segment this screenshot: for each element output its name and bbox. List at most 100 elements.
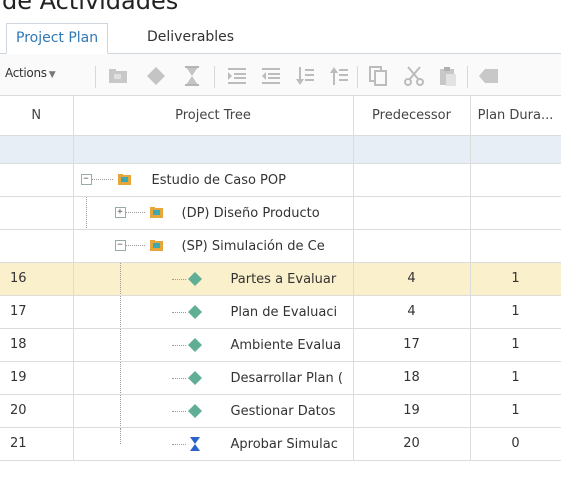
predecessor-cell[interactable]: 4 <box>353 262 471 296</box>
table-row[interactable]: 20 Gestionar Datos 19 1 <box>0 394 561 428</box>
tree-connector <box>85 196 87 228</box>
predecessor-cell[interactable]: 19 <box>353 394 471 428</box>
task-diamond-icon <box>187 370 202 385</box>
delete-icon[interactable] <box>476 64 500 88</box>
task-name: Plan de Evaluaci <box>230 304 338 320</box>
chevron-down-icon: ▼ <box>48 70 56 80</box>
plan-duration-cell[interactable] <box>470 229 561 263</box>
task-name: (DP) Diseño Producto <box>181 205 320 221</box>
table-row[interactable]: 21 Aprobar Simulac 20 0 <box>0 427 561 461</box>
filter-cell[interactable] <box>73 135 354 164</box>
plan-duration-cell[interactable]: 1 <box>470 394 561 428</box>
task-name: Gestionar Datos <box>230 403 336 419</box>
plan-duration-cell[interactable]: 1 <box>470 295 561 329</box>
move-up-icon[interactable] <box>327 64 351 88</box>
filter-cell[interactable] <box>470 135 561 164</box>
task-name: Partes a Evaluar <box>230 271 337 287</box>
table-row[interactable]: 17 Plan de Evaluaci 4 1 <box>0 295 561 329</box>
plan-duration-cell[interactable]: 1 <box>470 262 561 296</box>
table-row[interactable]: 18 Ambiente Evalua 17 1 <box>0 328 561 362</box>
hourglass-icon[interactable] <box>180 64 204 88</box>
tab-bar: Project Plan Deliverables <box>0 23 561 54</box>
column-header-project-tree[interactable]: Project Tree <box>73 96 354 136</box>
tree-cell: Ambiente Evalua <box>73 328 354 362</box>
tab-deliverables[interactable]: Deliverables <box>138 23 243 53</box>
indent-icon[interactable] <box>225 64 249 88</box>
task-diamond-icon <box>187 403 202 418</box>
filter-cell[interactable] <box>353 135 471 164</box>
predecessor-cell[interactable]: 4 <box>353 295 471 329</box>
copy-icon[interactable] <box>366 64 390 88</box>
task-name: (SP) Simulación de Ce <box>181 238 325 254</box>
tree-cell: Desarrollar Plan ( <box>73 361 354 395</box>
actions-menu[interactable]: Actions ▼ <box>5 66 56 80</box>
predecessor-cell[interactable]: 17 <box>353 328 471 362</box>
task-diamond-icon <box>187 337 202 352</box>
plan-duration-cell[interactable] <box>470 163 561 197</box>
tree-cell: − (SP) Simulación de Ce <box>73 229 354 263</box>
filter-cell[interactable] <box>0 135 74 164</box>
tree-connector <box>119 295 121 327</box>
row-number: 20 <box>0 394 74 428</box>
plan-duration-cell[interactable]: 1 <box>470 328 561 362</box>
milestone-diamond-icon[interactable] <box>144 64 168 88</box>
task-diamond-icon <box>187 271 202 286</box>
row-number: 17 <box>0 295 74 329</box>
tree-connector <box>171 443 186 445</box>
tree-cell: Plan de Evaluaci <box>73 295 354 329</box>
column-header-predecessor[interactable]: Predecessor <box>353 96 471 136</box>
row-number: 21 <box>0 427 74 461</box>
tab-project-plan[interactable]: Project Plan <box>6 23 109 54</box>
summary-folder-icon <box>149 239 163 251</box>
tree-connector <box>171 377 186 379</box>
tree-cell: − Estudio de Caso POP <box>73 163 354 197</box>
column-header-plan-duration[interactable]: Plan Dura... <box>470 96 561 136</box>
hourglass-icon <box>189 436 200 451</box>
outdent-icon[interactable] <box>259 64 283 88</box>
row-number: 19 <box>0 361 74 395</box>
row-number <box>0 163 74 197</box>
table-row[interactable]: − (SP) Simulación de Ce <box>0 229 561 263</box>
tree-cell: + (DP) Diseño Producto <box>73 196 354 230</box>
toolbar: Actions ▼ <box>0 54 561 96</box>
collapse-icon[interactable]: − <box>114 239 126 251</box>
tree-connector <box>125 211 145 213</box>
column-header-n[interactable]: N <box>0 96 74 136</box>
table-row[interactable]: 19 Desarrollar Plan ( 18 1 <box>0 361 561 395</box>
expand-icon[interactable]: + <box>114 206 126 218</box>
tree-connector <box>119 427 121 444</box>
predecessor-cell[interactable] <box>353 229 471 263</box>
paste-icon[interactable] <box>436 64 460 88</box>
plan-duration-cell[interactable] <box>470 196 561 230</box>
grid-header-row: N Project Tree Predecessor Plan Dura... <box>0 96 561 136</box>
cut-icon[interactable] <box>402 64 426 88</box>
predecessor-cell[interactable]: 18 <box>353 361 471 395</box>
table-row[interactable]: 16 Partes a Evaluar 4 1 <box>0 262 561 296</box>
task-name: Estudio de Caso POP <box>151 172 286 188</box>
collapse-icon[interactable]: − <box>80 173 92 185</box>
tree-connector <box>91 178 113 180</box>
task-name: Desarrollar Plan ( <box>230 370 343 386</box>
predecessor-cell[interactable] <box>353 163 471 197</box>
summary-folder-icon <box>149 206 163 218</box>
predecessor-cell[interactable]: 20 <box>353 427 471 461</box>
page-heading: de Actividades <box>2 0 179 15</box>
tree-connector <box>171 410 186 412</box>
predecessor-cell[interactable] <box>353 196 471 230</box>
row-number: 16 <box>0 262 74 296</box>
move-down-icon[interactable] <box>293 64 317 88</box>
tree-connector <box>119 361 121 393</box>
toolbar-divider <box>95 66 96 88</box>
table-row[interactable]: − Estudio de Caso POP <box>0 163 561 197</box>
table-row[interactable]: + (DP) Diseño Producto <box>0 196 561 230</box>
tree-connector <box>171 278 186 280</box>
plan-duration-cell[interactable]: 0 <box>470 427 561 461</box>
folder-icon[interactable] <box>106 64 130 88</box>
tree-connector <box>119 394 121 426</box>
tree-connector <box>119 262 121 294</box>
row-number <box>0 229 74 263</box>
task-name: Ambiente Evalua <box>230 337 342 353</box>
task-name: Aprobar Simulac <box>230 436 338 452</box>
plan-duration-cell[interactable]: 1 <box>470 361 561 395</box>
tree-cell: Gestionar Datos <box>73 394 354 428</box>
